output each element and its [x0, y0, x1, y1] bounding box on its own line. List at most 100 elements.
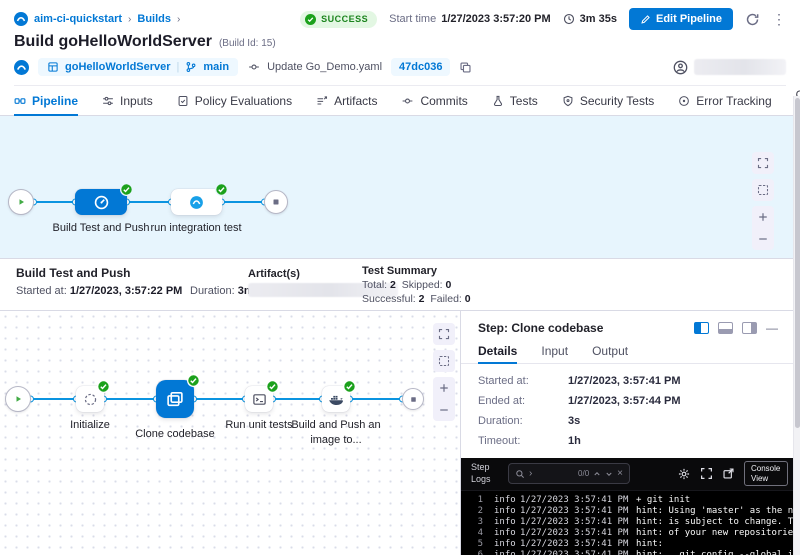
log-line: 1info1/27/2023 3:57:41 PM+ git init [469, 495, 800, 506]
stage-label[interactable]: Build Test and Push [51, 221, 151, 236]
ci-stage-icon [93, 194, 110, 211]
step-node-run-unit-tests[interactable] [245, 386, 273, 412]
connector-line [350, 398, 402, 400]
stage-details-bar: Build Test and Push Started at: 1/27/202… [0, 258, 800, 310]
layout-bottom-view-icon[interactable] [718, 322, 733, 334]
stage-start-node[interactable] [5, 386, 31, 412]
open-in-new-icon[interactable] [722, 467, 735, 480]
layout-right-view-icon[interactable] [742, 322, 757, 334]
user-icon [673, 60, 688, 75]
connector-line [31, 398, 76, 400]
fullscreen-button[interactable] [433, 323, 455, 345]
tab-output[interactable]: Output [592, 340, 628, 363]
tab-pipeline[interactable]: Pipeline [14, 86, 78, 115]
docker-icon [328, 391, 344, 407]
pipeline-start-node[interactable] [8, 189, 34, 215]
success-badge-icon [187, 374, 200, 387]
connector-line [194, 398, 245, 400]
fullscreen-button[interactable] [752, 152, 774, 174]
log-line: 6info1/27/2023 3:57:41 PMhint: git confi… [469, 550, 800, 555]
step-node-initialize[interactable] [76, 386, 104, 412]
more-options-button[interactable]: ⋮ [772, 12, 786, 26]
step-logs-title: Step Logs [471, 462, 499, 485]
pipeline-end-node[interactable] [264, 190, 288, 214]
stage-end-node[interactable] [402, 388, 424, 410]
breadcrumb-project[interactable]: aim-ci-quickstart [34, 13, 122, 25]
connector-line [34, 201, 75, 203]
connector-line [104, 398, 156, 400]
page-title: Build goHelloWorldServer [14, 33, 212, 51]
step-detail-fields: Started at:1/27/2023, 3:57:41 PM Ended a… [461, 364, 800, 458]
tab-input[interactable]: Input [541, 340, 568, 363]
log-search-box[interactable]: › 0/0 × [508, 463, 630, 484]
artifacts-icon [316, 95, 328, 107]
clock-icon [563, 13, 575, 25]
marquee-select-button[interactable] [752, 179, 774, 201]
log-settings-gear-icon[interactable] [677, 467, 691, 481]
success-badge-icon [266, 380, 279, 393]
console-view-button[interactable]: Console View [744, 461, 788, 486]
field-label: Started at: [478, 375, 568, 387]
repo-branch-pill[interactable]: goHelloWorldServer | main [38, 58, 238, 76]
log-fullscreen-icon[interactable] [700, 467, 713, 480]
success-badge-icon [215, 183, 228, 196]
step-label[interactable]: Clone codebase [125, 427, 225, 442]
copy-icon[interactable] [459, 61, 472, 74]
zoom-out-button[interactable] [433, 399, 455, 421]
chevron-up-icon[interactable] [593, 470, 601, 478]
zoom-out-button[interactable] [752, 228, 774, 250]
field-value: 1/27/2023, 3:57:41 PM [568, 375, 783, 387]
log-line: 5info1/27/2023 3:57:41 PMhint: [469, 539, 800, 550]
test-summary-line2: Successful: 2 Failed: 0 [362, 293, 471, 305]
scrollbar-thumb[interactable] [795, 98, 800, 428]
log-lines[interactable]: 1info1/27/2023 3:57:41 PM+ git init 2inf… [461, 491, 800, 555]
chevron-down-icon[interactable] [605, 470, 613, 478]
breadcrumb-separator: › [177, 14, 180, 25]
marquee-select-button[interactable] [433, 350, 455, 372]
connector-line [127, 201, 171, 203]
tab-artifacts[interactable]: Artifacts [316, 86, 377, 115]
log-line: 2info1/27/2023 3:57:41 PMhint: Using 'ma… [469, 506, 800, 517]
step-node-build-and-push[interactable] [322, 386, 350, 412]
commit-sha[interactable]: 47dc036 [391, 58, 450, 76]
edit-pipeline-button[interactable]: Edit Pipeline [629, 8, 733, 30]
custom-stage-icon [188, 194, 205, 211]
tab-inputs[interactable]: Inputs [102, 86, 153, 115]
layout-split-view-icon[interactable] [694, 322, 709, 334]
tab-tests[interactable]: Tests [492, 86, 538, 115]
success-badge-icon [120, 183, 133, 196]
step-panel-tabs: Details Input Output [461, 340, 800, 364]
field-value: 1h [568, 435, 783, 447]
field-value: 3s [568, 415, 783, 427]
breadcrumb: aim-ci-quickstart › Builds › [14, 12, 180, 26]
tab-commits[interactable]: Commits [401, 86, 467, 115]
breadcrumb-separator: › [128, 14, 131, 25]
page-scrollbar[interactable] [793, 96, 800, 555]
play-icon [12, 393, 24, 405]
test-summary-title: Test Summary [362, 265, 437, 277]
step-graph-canvas[interactable]: Initialize Clone codebase Run unit tests… [0, 311, 460, 555]
breadcrumb-builds[interactable]: Builds [137, 13, 171, 25]
step-label[interactable]: Build and Push an image to... [288, 418, 384, 448]
page-header: aim-ci-quickstart › Builds › SUCCESS Sta… [0, 0, 800, 86]
target-icon [678, 95, 690, 107]
test-summary-line1: Total: 2 Skipped: 0 [362, 279, 451, 291]
tab-policy-evaluations[interactable]: Policy Evaluations [177, 86, 292, 115]
zoom-in-button[interactable] [433, 377, 455, 399]
clear-search-icon[interactable]: × [617, 468, 623, 479]
stage-graph-canvas[interactable]: Build Test and Push run integration test [0, 116, 800, 258]
stage-label[interactable]: run integration test [147, 221, 245, 236]
tab-details[interactable]: Details [478, 340, 517, 363]
artifacts-label: Artifact(s) [248, 268, 300, 280]
zoom-in-button[interactable] [752, 206, 774, 228]
minimize-panel-icon[interactable]: — [766, 321, 778, 335]
tab-security-tests[interactable]: Security Tests [562, 86, 654, 115]
stage-node-build-test-and-push[interactable] [75, 189, 127, 215]
refresh-button[interactable] [745, 12, 760, 27]
tab-error-tracking[interactable]: Error Tracking [678, 86, 771, 115]
step-node-clone-codebase[interactable] [156, 380, 194, 418]
step-label[interactable]: Initialize [50, 418, 130, 433]
stage-node-run-integration-test[interactable] [171, 189, 222, 215]
inputs-icon [102, 95, 114, 107]
start-time: Start time 1/27/2023 3:57:20 PM [389, 13, 551, 25]
